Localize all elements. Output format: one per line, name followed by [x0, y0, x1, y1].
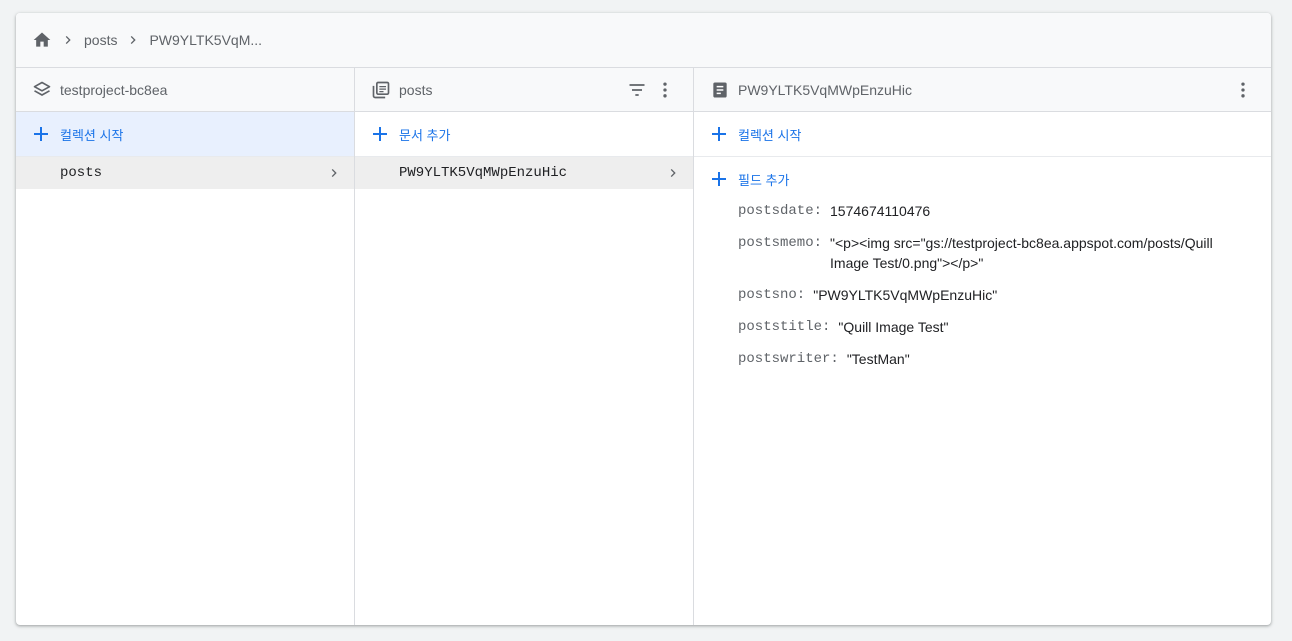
field-value: 1574674110476: [830, 203, 931, 219]
field-row[interactable]: postswriter: "TestMan": [738, 349, 1271, 369]
field-value: "TestMan": [846, 351, 910, 367]
field-value: "Quill Image Test": [838, 319, 949, 335]
root-column-header: testproject-bc8ea: [16, 68, 354, 112]
columns: testproject-bc8ea 컬렉션 시작 posts posts 문서 …: [16, 68, 1271, 625]
breadcrumb: posts PW9YLTK5VqM...: [16, 13, 1271, 68]
document-icon: [710, 80, 730, 100]
add-field-button[interactable]: 필드 추가: [694, 157, 1271, 201]
start-subcollection-button[interactable]: 컬렉션 시작: [694, 112, 1271, 157]
chevron-right-icon: [326, 165, 342, 181]
field-key: postsmemo:: [738, 235, 823, 251]
add-field-label: 필드 추가: [738, 172, 790, 188]
field-key: poststitle:: [738, 319, 831, 335]
collection-name: posts: [60, 165, 103, 181]
collection-column-header: posts: [355, 68, 693, 112]
field-key: postsdate:: [738, 203, 823, 219]
plus-icon: [710, 170, 728, 188]
plus-icon: [710, 125, 728, 143]
field-list: postsdate: 1574674110476 postsmemo: "<p>…: [694, 201, 1271, 369]
field-key: postswriter:: [738, 351, 839, 367]
document-title: PW9YLTK5VqMWpEnzuHic: [738, 81, 913, 98]
field-row[interactable]: postsdate: 1574674110476: [738, 201, 1271, 221]
field-row[interactable]: postsmemo: "<p><img src="gs://testprojec…: [738, 233, 1271, 273]
list-item[interactable]: posts: [16, 157, 354, 189]
list-item[interactable]: PW9YLTK5VqMWpEnzuHic: [355, 157, 693, 189]
start-collection-button[interactable]: 컬렉션 시작: [16, 112, 354, 157]
collection-title: posts: [399, 81, 433, 98]
project-title: testproject-bc8ea: [60, 81, 168, 98]
more-vert-icon[interactable]: [653, 78, 677, 102]
home-icon[interactable]: [32, 30, 52, 50]
start-subcollection-label: 컬렉션 시작: [738, 127, 802, 143]
add-document-button[interactable]: 문서 추가: [355, 112, 693, 157]
plus-icon: [371, 125, 389, 143]
filter-icon[interactable]: [625, 78, 649, 102]
firestore-data-panel: posts PW9YLTK5VqM... testproject-bc8ea 컬…: [16, 13, 1271, 625]
field-key: postsno:: [738, 287, 806, 303]
collection-icon: [371, 80, 391, 100]
add-document-label: 문서 추가: [399, 127, 451, 143]
collection-column: posts 문서 추가 PW9YLTK5VqMWpEnzuHic: [355, 68, 694, 625]
database-layers-icon: [32, 80, 52, 100]
root-column: testproject-bc8ea 컬렉션 시작 posts: [16, 68, 355, 625]
more-vert-icon[interactable]: [1231, 78, 1255, 102]
breadcrumb-item-document[interactable]: PW9YLTK5VqM...: [149, 32, 262, 48]
field-value: "<p><img src="gs://testproject-bc8ea.app…: [830, 235, 1213, 271]
document-id: PW9YLTK5VqMWpEnzuHic: [399, 165, 568, 181]
chevron-right-icon: [121, 28, 145, 52]
breadcrumb-item-posts[interactable]: posts: [84, 32, 117, 48]
chevron-right-icon: [56, 28, 80, 52]
field-row[interactable]: postsno: "PW9YLTK5VqMWpEnzuHic": [738, 285, 1271, 305]
field-value: "PW9YLTK5VqMWpEnzuHic": [813, 287, 998, 303]
document-column: PW9YLTK5VqMWpEnzuHic 컬렉션 시작 필드 추가 postsd…: [694, 68, 1271, 625]
plus-icon: [32, 125, 50, 143]
start-collection-label: 컬렉션 시작: [60, 127, 124, 143]
document-column-header: PW9YLTK5VqMWpEnzuHic: [694, 68, 1271, 112]
field-row[interactable]: poststitle: "Quill Image Test": [738, 317, 1271, 337]
chevron-right-icon: [665, 165, 681, 181]
